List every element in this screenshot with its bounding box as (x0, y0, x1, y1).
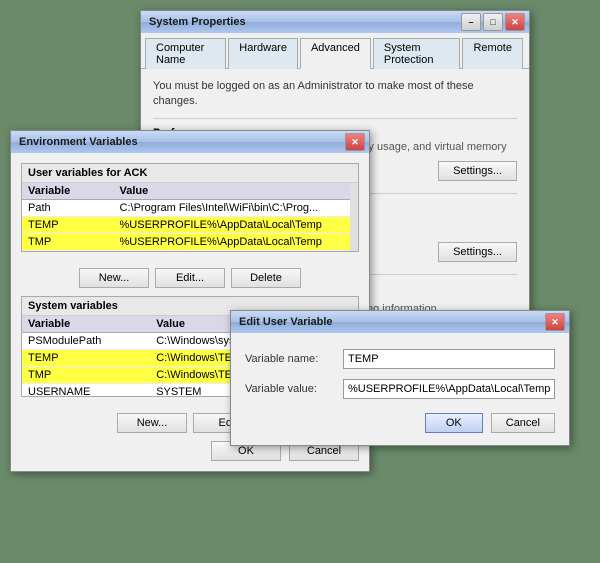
edit-dialog-window: Edit User Variable ✕ Variable name: Vari… (230, 310, 570, 446)
tab-system-protection[interactable]: System Protection (373, 38, 461, 69)
titlebar-controls: – □ ✕ (461, 13, 525, 31)
edit-dialog-buttons: OK Cancel (245, 413, 555, 433)
edit-ok-btn[interactable]: OK (425, 413, 483, 433)
table-row[interactable]: TMP%USERPROFILE%\AppData\Local\Temp (22, 234, 350, 251)
env-close-btn[interactable]: ✕ (345, 133, 365, 151)
table-row[interactable]: PathC:\Program Files\Intel\WiFi\bin\C:\P… (22, 200, 350, 217)
user-delete-btn[interactable]: Delete (231, 268, 301, 288)
user-vars-buttons: New... Edit... Delete (21, 262, 359, 288)
user-vars-table-wrapper[interactable]: Variable Value PathC:\Program Files\Inte… (22, 183, 358, 251)
system-props-title: System Properties (149, 16, 246, 28)
sys-new-btn[interactable]: New... (117, 413, 187, 433)
var-name: TMP (22, 234, 114, 251)
user-vars-header: User variables for ACK (22, 164, 358, 183)
var-name: USERNAME (22, 384, 150, 397)
var-name-label: Variable name: (245, 353, 335, 365)
var-value: %USERPROFILE%\AppData\Local\Temp (114, 234, 350, 251)
edit-dialog-content: Variable name: Variable value: OK Cancel (231, 333, 569, 445)
var-name: TMP (22, 367, 150, 384)
tab-hardware[interactable]: Hardware (228, 38, 298, 69)
user-new-btn[interactable]: New... (79, 268, 149, 288)
tab-computer-name[interactable]: Computer Name (145, 38, 226, 69)
tab-advanced[interactable]: Advanced (300, 38, 371, 69)
var-name: Path (22, 200, 114, 217)
var-value-input[interactable] (343, 379, 555, 399)
tab-remote[interactable]: Remote (462, 38, 523, 69)
minimize-btn[interactable]: – (461, 13, 481, 31)
edit-close-btn[interactable]: ✕ (545, 313, 565, 331)
user-profiles-settings-btn[interactable]: Settings... (438, 242, 517, 262)
maximize-btn[interactable]: □ (483, 13, 503, 31)
edit-titlebar-controls: ✕ (545, 313, 565, 331)
user-edit-btn[interactable]: Edit... (155, 268, 225, 288)
var-value: %USERPROFILE%\AppData\Local\Temp (114, 217, 350, 234)
table-row[interactable]: TEMP%USERPROFILE%\AppData\Local\Temp (22, 217, 350, 234)
var-value-label: Variable value: (245, 383, 335, 395)
env-vars-title: Environment Variables (19, 136, 138, 148)
user-col-variable: Variable (22, 183, 114, 200)
variable-value-row: Variable value: (245, 379, 555, 399)
var-name: TEMP (22, 350, 150, 367)
system-props-titlebar: System Properties – □ ✕ (141, 11, 529, 33)
var-value: C:\Program Files\Intel\WiFi\bin\C:\Prog.… (114, 200, 350, 217)
performance-settings-btn[interactable]: Settings... (438, 161, 517, 181)
var-name: TEMP (22, 217, 114, 234)
variable-name-row: Variable name: (245, 349, 555, 369)
user-col-value: Value (114, 183, 350, 200)
sys-col-variable: Variable (22, 316, 150, 333)
edit-dialog-title: Edit User Variable (239, 316, 333, 328)
tabs-bar: Computer Name Hardware Advanced System P… (141, 33, 529, 69)
edit-cancel-btn[interactable]: Cancel (491, 413, 555, 433)
user-vars-table: Variable Value PathC:\Program Files\Inte… (22, 183, 350, 251)
user-vars-section: User variables for ACK Variable Value Pa… (21, 163, 359, 252)
env-vars-titlebar: Environment Variables ✕ (11, 131, 369, 153)
edit-dialog-titlebar: Edit User Variable ✕ (231, 311, 569, 333)
var-name-input[interactable] (343, 349, 555, 369)
admin-note: You must be logged on as an Administrato… (153, 79, 517, 110)
close-btn[interactable]: ✕ (505, 13, 525, 31)
var-name: PSModulePath (22, 333, 150, 350)
env-titlebar-controls: ✕ (345, 133, 365, 151)
